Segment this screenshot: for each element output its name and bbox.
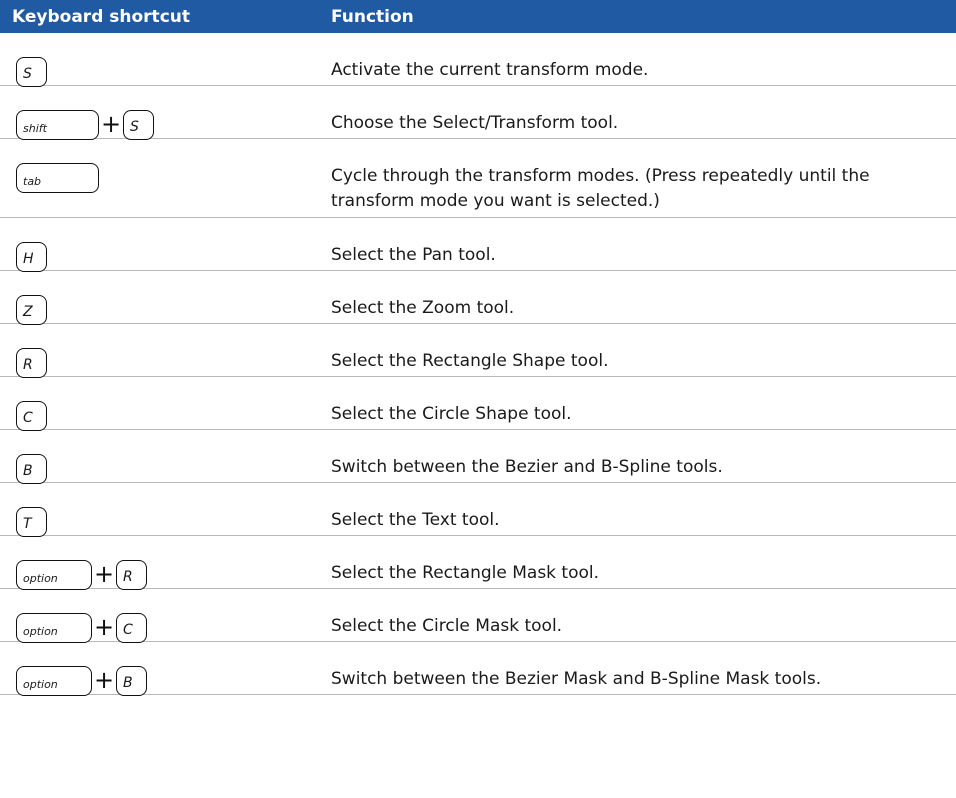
keycap-z: Z <box>16 295 47 325</box>
shortcut-keys: tab <box>0 139 331 193</box>
keycap-r: R <box>16 348 47 378</box>
function-description: Select the Zoom tool. <box>331 298 515 318</box>
function-description: Select the Rectangle Shape tool. <box>331 351 609 371</box>
table-row: tab Cycle through the transform modes. (P… <box>0 139 956 218</box>
shortcut-table: Keyboard shortcut Function S Activate the… <box>0 0 956 696</box>
function-description: Select the Pan tool. <box>331 245 496 265</box>
header-function: Function <box>331 6 414 27</box>
shortcut-keys: option + C <box>0 589 331 643</box>
header-keyboard-shortcut: Keyboard shortcut <box>12 6 190 27</box>
table-header: Keyboard shortcut Function <box>0 0 956 33</box>
function-description: Choose the Select/Transform tool. <box>331 113 619 133</box>
table-row: shift + S Choose the Select/Transform tool. <box>0 86 956 140</box>
keycap-option: option <box>16 666 92 696</box>
table-row: B Switch between the Bezier and B-Spline … <box>0 430 956 484</box>
table-row: T Select the Text tool. <box>0 483 956 537</box>
shortcut-keys: B <box>0 430 331 484</box>
keycap-h: H <box>16 242 47 272</box>
shortcut-keys: option + R <box>0 536 331 590</box>
shortcut-keys: C <box>0 377 331 431</box>
function-description: Cycle through the transform modes. (Pres… <box>331 166 870 211</box>
function-description: Activate the current transform mode. <box>331 60 649 80</box>
shortcut-keys: R <box>0 324 331 378</box>
keycap-r: R <box>116 560 147 590</box>
keycap-shift: shift <box>16 110 99 140</box>
keycap-b: B <box>16 454 47 484</box>
table-body: S Activate the current transform mode. shi… <box>0 33 956 696</box>
plus-sign: + <box>93 560 115 588</box>
function-description: Switch between the Bezier and B-Spline t… <box>331 457 723 477</box>
table-row: R Select the Rectangle Shape tool. <box>0 324 956 378</box>
shortcut-keys: Z <box>0 271 331 325</box>
plus-sign: + <box>93 613 115 641</box>
function-description: Select the Text tool. <box>331 510 500 530</box>
keycap-option: option <box>16 613 92 643</box>
shortcut-keys: H <box>0 218 331 272</box>
keycap-b: B <box>116 666 147 696</box>
plus-sign: + <box>93 666 115 694</box>
table-row: C Select the Circle Shape tool. <box>0 377 956 431</box>
function-description: Select the Circle Mask tool. <box>331 616 563 636</box>
function-description: Select the Circle Shape tool. <box>331 404 572 424</box>
table-row: option + C Select the Circle Mask tool. <box>0 589 956 643</box>
keycap-option: option <box>16 560 92 590</box>
shortcut-keys: shift + S <box>0 86 331 140</box>
keycap-s: S <box>123 110 154 140</box>
shortcut-keys: T <box>0 483 331 537</box>
table-row: option + R Select the Rectangle Mask tool. <box>0 536 956 590</box>
table-row: H Select the Pan tool. <box>0 218 956 272</box>
function-description: Select the Rectangle Mask tool. <box>331 563 600 583</box>
shortcut-keys: option + B <box>0 642 331 696</box>
keycap-s: S <box>16 57 47 87</box>
function-description: Switch between the Bezier Mask and B-Spl… <box>331 669 822 689</box>
table-row: Z Select the Zoom tool. <box>0 271 956 325</box>
table-row: option + B Switch between the Bezier Mask a… <box>0 642 956 696</box>
table-row: S Activate the current transform mode. <box>0 33 956 87</box>
keycap-tab: tab <box>16 163 99 193</box>
keycap-c: C <box>116 613 147 643</box>
shortcut-keys: S <box>0 33 331 87</box>
keycap-t: T <box>16 507 47 537</box>
plus-sign: + <box>100 110 122 138</box>
keycap-c: C <box>16 401 47 431</box>
